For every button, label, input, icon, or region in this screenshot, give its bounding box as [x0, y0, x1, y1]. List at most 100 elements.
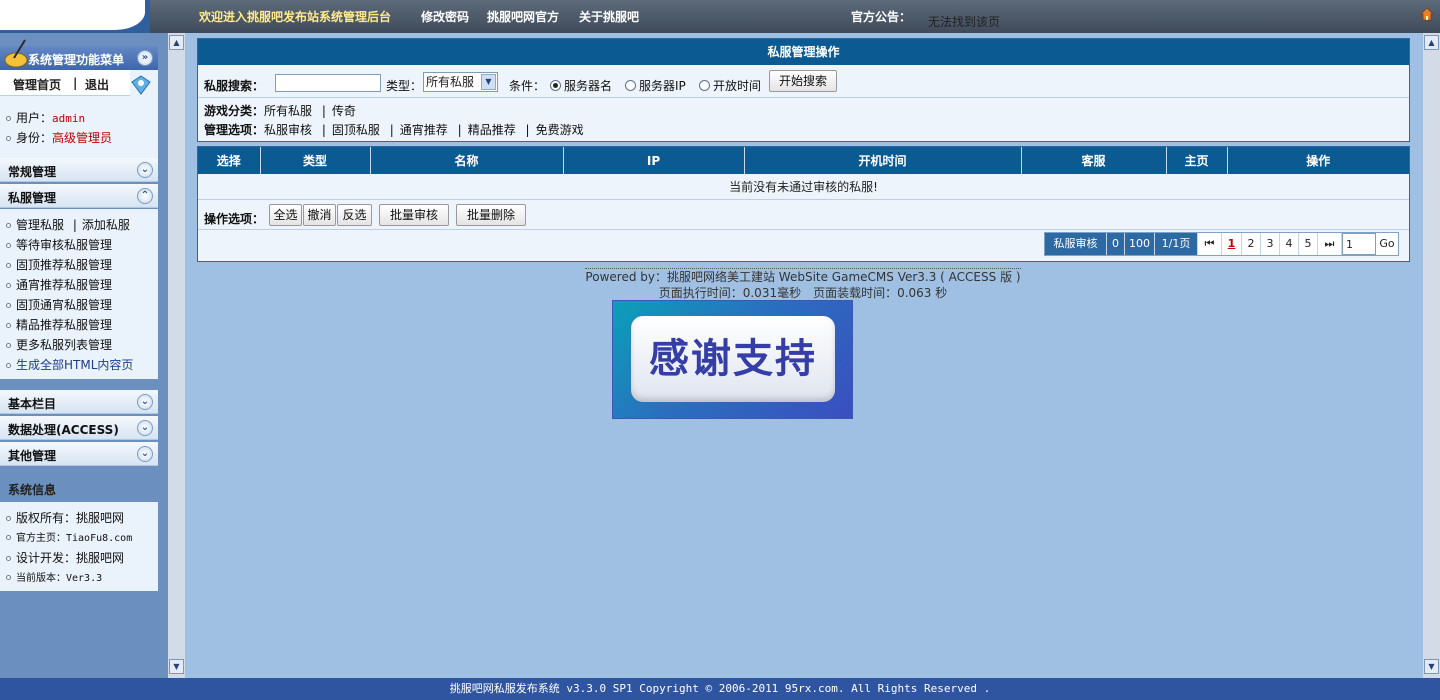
chevron-down-icon[interactable]: ⌄ — [137, 162, 153, 178]
bullet-icon — [6, 283, 11, 288]
sidebar-item-generate[interactable]: 生成全部HTML内容页 — [6, 356, 133, 373]
bullet-icon — [6, 116, 11, 121]
page-3[interactable]: 3 — [1261, 233, 1280, 255]
menu-other-label: 其他管理 — [8, 449, 57, 463]
chevron-down-icon[interactable]: ⌄ — [137, 420, 153, 436]
sidebar-title-bar: 系统管理功能菜单 » — [0, 39, 158, 70]
menu-basic[interactable]: 基本栏目 ⌄ — [0, 390, 158, 414]
last-page-icon[interactable]: ⏭ — [1318, 233, 1342, 255]
opt-normal-link[interactable]: 通宵推荐 — [400, 123, 448, 137]
divider — [198, 229, 1409, 230]
home-icon[interactable] — [1420, 7, 1434, 21]
opt-free-link[interactable]: 免费游戏 — [536, 123, 584, 137]
sysinfo-header: 系统信息 — [0, 476, 158, 500]
menu-basic-label: 基本栏目 — [8, 397, 57, 411]
manage-server-link[interactable]: 管理私服 — [16, 218, 64, 232]
chevron-down-icon[interactable]: ⌄ — [137, 446, 153, 462]
bullet-icon — [6, 363, 11, 368]
batch-review-button[interactable]: 批量审核 — [379, 204, 449, 226]
opt-premium-link[interactable]: 精品推荐 — [468, 123, 516, 137]
category-all-link[interactable]: 所有私服 — [264, 104, 312, 118]
col-ip: IP — [563, 147, 745, 174]
panel-title: 私服管理操作 — [198, 39, 1409, 65]
menu-other[interactable]: 其他管理 ⌄ — [0, 442, 158, 466]
menu-server-label: 私服管理 — [8, 191, 57, 205]
thanks-text: 感谢支持 — [631, 316, 835, 402]
select-all-button[interactable]: 全选 — [269, 204, 302, 226]
radio-server-name[interactable]: 服务器名 — [550, 77, 612, 94]
user-shield-icon — [131, 75, 151, 95]
opt-review-link[interactable]: 私服审核 — [264, 123, 312, 137]
scroll-up-icon[interactable]: ▲ — [169, 35, 184, 50]
search-label: 私服搜索： — [204, 79, 265, 93]
admin-home-link[interactable]: 管理首页 — [13, 76, 61, 93]
about-link[interactable]: 关于挑服吧 — [579, 8, 639, 25]
search-panel: 私服管理操作 私服搜索： 类型： 所有私服 ▼ 条件： 服务器名 服务器IP 开… — [197, 38, 1410, 142]
start-search-button[interactable]: 开始搜索 — [769, 70, 837, 92]
search-input[interactable] — [275, 74, 381, 92]
batch-delete-button[interactable]: 批量删除 — [456, 204, 526, 226]
radio-server-ip[interactable]: 服务器IP — [625, 77, 686, 94]
bullet-icon — [6, 136, 11, 141]
radio-icon[interactable] — [699, 80, 710, 91]
pager-per-page: 100 — [1125, 233, 1155, 255]
sidebar-item-label: 生成全部HTML内容页 — [16, 358, 134, 372]
pen-icon — [4, 39, 28, 68]
sysinfo-version: 当前版本：Ver3.3 — [6, 569, 102, 584]
welcome-text: 欢迎进入挑服吧发布站系统管理后台 — [199, 10, 392, 24]
sidebar-item-normal[interactable]: 通宵推荐私服管理 — [6, 276, 112, 293]
sysinfo-text: 版权所有：挑服吧网 — [16, 511, 125, 525]
undo-button[interactable]: 撤消 — [303, 204, 336, 226]
sidebar-item-premium[interactable]: 精品推荐私服管理 — [6, 316, 112, 333]
page-2[interactable]: 2 — [1242, 233, 1261, 255]
divider: | — [525, 123, 530, 137]
sidebar-item-pending[interactable]: 等待审核私服管理 — [6, 236, 112, 253]
opt-pinned-link[interactable]: 固顶私服 — [332, 123, 380, 137]
page-5[interactable]: 5 — [1299, 233, 1318, 255]
page-4[interactable]: 4 — [1280, 233, 1299, 255]
chevron-up-icon[interactable]: ⌃ — [137, 188, 153, 204]
radio-label: 服务器IP — [639, 79, 686, 93]
radio-open-time[interactable]: 开放时间 — [699, 77, 761, 94]
sidebar-item-more[interactable]: 更多私服列表管理 — [6, 336, 112, 353]
sidebar-item-label: 固顶推荐私服管理 — [16, 258, 113, 272]
chevron-down-icon[interactable]: ⌄ — [137, 394, 153, 410]
menu-general[interactable]: 常规管理 ⌄ — [0, 158, 158, 182]
powered-by-info: Powered by：挑服吧网络美工建站 WebSite GameCMS Ver… — [583, 268, 1023, 301]
official-site-link[interactable]: 挑服吧网官方 — [487, 8, 559, 25]
menu-data[interactable]: 数据处理(ACCESS) ⌄ — [0, 416, 158, 440]
scroll-down-icon[interactable]: ▼ — [1424, 659, 1439, 674]
sidebar-title: 系统管理功能菜单 — [28, 53, 125, 67]
scroll-up-icon[interactable]: ▲ — [1424, 35, 1439, 50]
divider: | — [389, 123, 394, 137]
chevron-down-icon[interactable]: ▼ — [481, 74, 496, 90]
invert-selection-button[interactable]: 反选 — [337, 204, 372, 226]
page-1[interactable]: 1 — [1222, 233, 1242, 255]
divider: | — [321, 123, 326, 137]
main-scrollbar[interactable]: ▲ ▼ — [1423, 33, 1440, 678]
col-actions: 操作 — [1227, 147, 1409, 174]
change-password-link[interactable]: 修改密码 — [421, 8, 469, 25]
radio-icon[interactable] — [550, 80, 561, 91]
bullet-icon — [6, 575, 11, 580]
chevron-down-icon[interactable]: » — [137, 50, 153, 66]
logout-link[interactable]: 退出 — [85, 76, 109, 93]
radio-icon[interactable] — [625, 80, 636, 91]
scroll-down-icon[interactable]: ▼ — [169, 659, 184, 674]
go-button[interactable]: Go — [1376, 233, 1398, 255]
first-page-icon[interactable]: ⏮ — [1198, 233, 1222, 255]
sidebar-item-pinned-normal[interactable]: 固顶通宵私服管理 — [6, 296, 112, 313]
options-label: 管理选项： — [204, 123, 265, 137]
notice-text[interactable]: 无法找到该页 — [928, 13, 1000, 27]
table-header-row: 选择 类型 名称 IP 开机时间 客服 主页 操作 — [198, 147, 1409, 174]
sysinfo-site: 官方主页：TiaoFu8.com — [6, 529, 132, 544]
thanks-banner: 感谢支持 — [612, 300, 853, 419]
add-server-link[interactable]: 添加私服 — [82, 218, 130, 232]
type-select[interactable]: 所有私服 ▼ — [423, 72, 498, 92]
category-legend-link[interactable]: 传奇 — [332, 104, 356, 118]
menu-server-management[interactable]: 私服管理 ⌃ — [0, 184, 158, 208]
type-select-value: 所有私服 — [426, 75, 475, 89]
sidebar-scrollbar[interactable]: ▲ ▼ — [168, 33, 185, 678]
sidebar-item-pinned[interactable]: 固顶推荐私服管理 — [6, 256, 112, 273]
page-jump-input[interactable]: 1 — [1342, 233, 1376, 255]
